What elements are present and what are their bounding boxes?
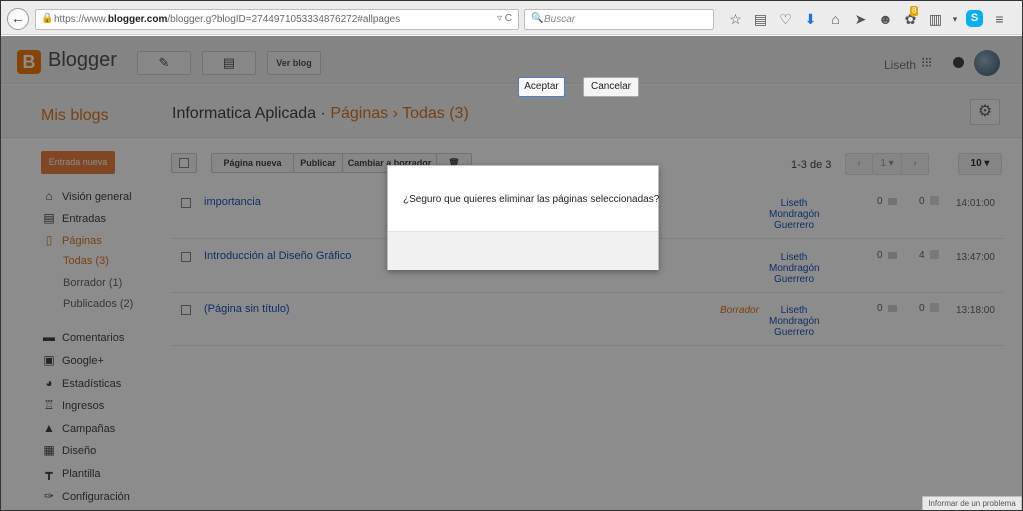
notification-badge: 8 [910, 6, 919, 16]
window: ← 🔒 https://www.blogger.com/blogger.g?bl… [0, 0, 1023, 511]
lock-icon: 🔒 [41, 13, 54, 24]
extension-icon[interactable]: ✿ 8 [898, 6, 923, 29]
dropdown-icon[interactable]: ▾ [948, 9, 962, 29]
browser-search-input[interactable]: 🔍 Buscar [524, 9, 714, 30]
confirm-dialog: ¿Seguro que quieres eliminar las páginas… [387, 165, 659, 270]
menu-icon[interactable]: ≡ [987, 9, 1012, 29]
download-icon[interactable]: ⬇ [798, 9, 823, 29]
back-arrow-icon[interactable]: ← [7, 8, 29, 30]
url-text: https://www.blogger.com/blogger.g?blogID… [54, 14, 401, 25]
send-icon[interactable]: ➤ [848, 9, 873, 29]
bookmark-star-icon[interactable]: ☆ [723, 9, 748, 29]
clipboard-icon[interactable]: ▥ [923, 9, 948, 29]
modal-overlay[interactable] [1, 36, 1022, 510]
search-icon: 🔍 [531, 13, 544, 24]
dialog-footer [388, 231, 658, 270]
report-problem-button[interactable]: Informar de un problema [922, 496, 1022, 510]
cancel-button[interactable]: Cancelar [583, 77, 639, 97]
chat-icon[interactable]: ☻ [873, 9, 898, 29]
search-placeholder: Buscar [544, 14, 576, 25]
accept-button[interactable]: Aceptar [518, 77, 565, 97]
skype-icon[interactable]: S [966, 10, 983, 27]
pocket-icon[interactable]: ♡ [773, 9, 798, 29]
reading-list-icon[interactable]: ▤ [748, 9, 773, 29]
home-icon[interactable]: ⌂ [823, 9, 848, 29]
dialog-message: ¿Seguro que quieres eliminar las páginas… [403, 194, 660, 205]
browser-icons: ☆ ▤ ♡ ⬇ ⌂ ➤ ☻ ✿ 8 ▥ ▾ S ≡ [723, 6, 1012, 29]
browser-toolbar: ← 🔒 https://www.blogger.com/blogger.g?bl… [1, 1, 1022, 35]
address-bar[interactable]: 🔒 https://www.blogger.com/blogger.g?blog… [35, 9, 519, 30]
reload-icon[interactable]: ▿ C [497, 13, 512, 24]
